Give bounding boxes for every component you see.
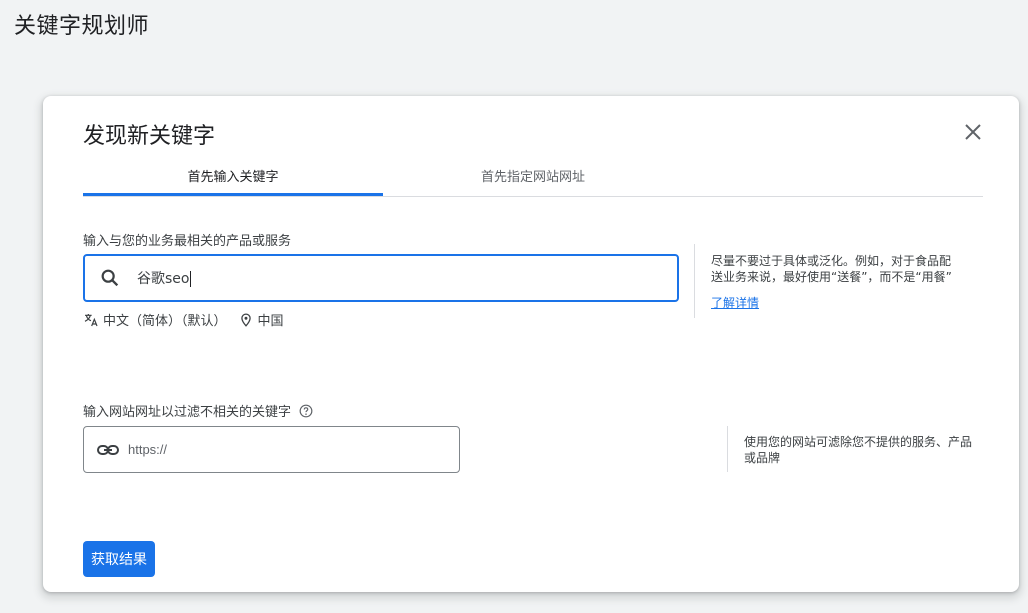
website-label-row: 输入网站网址以过滤不相关的关键字 — [83, 401, 313, 420]
divider — [727, 426, 728, 472]
close-button[interactable] — [961, 120, 985, 144]
keywords-input[interactable]: 谷歌seo — [83, 254, 679, 302]
language-selector[interactable]: 中文（简体）（默认） — [103, 310, 227, 329]
page-title: 关键字规划师 — [14, 14, 150, 39]
keywords-hint: 尽量不要过于具体或泛化。例如，对于食品配送业务来说，最好使用“送餐”，而不是“用… — [711, 254, 952, 284]
location-pin-icon[interactable] — [239, 313, 253, 327]
keywords-value: 谷歌seo — [137, 271, 190, 287]
get-results-button[interactable]: 获取结果 — [83, 541, 155, 577]
link-icon — [97, 444, 119, 455]
text-caret — [190, 271, 192, 287]
location-selector[interactable]: 中国 — [258, 310, 284, 329]
close-icon[interactable] — [964, 123, 982, 141]
translate-icon[interactable] — [83, 312, 99, 328]
dialog-title: 发现新关键字 — [83, 124, 216, 149]
search-icon — [101, 269, 119, 287]
website-label: 输入网站网址以过滤不相关的关键字 — [83, 405, 292, 420]
website-url-field[interactable] — [83, 426, 460, 473]
discover-keywords-dialog: 发现新关键字 首先输入关键字 首先指定网站网址 输入与您的业务最相关的产品或服务… — [43, 96, 1019, 592]
tab-start-with-keywords[interactable]: 首先输入关键字 — [83, 156, 383, 196]
tab-start-with-website[interactable]: 首先指定网站网址 — [383, 156, 683, 194]
locale-row: 中文（简体）（默认） 中国 — [83, 310, 284, 329]
website-hint: 使用您的网站可滤除您不提供的服务、产品或品牌 — [744, 435, 973, 465]
keywords-label: 输入与您的业务最相关的产品或服务 — [83, 234, 292, 249]
divider — [694, 244, 695, 318]
learn-more-link[interactable]: 了解详情 — [711, 294, 759, 311]
website-url-input[interactable] — [126, 441, 430, 458]
tab-bar: 首先输入关键字 首先指定网站网址 — [83, 156, 983, 197]
help-icon[interactable] — [299, 404, 313, 418]
